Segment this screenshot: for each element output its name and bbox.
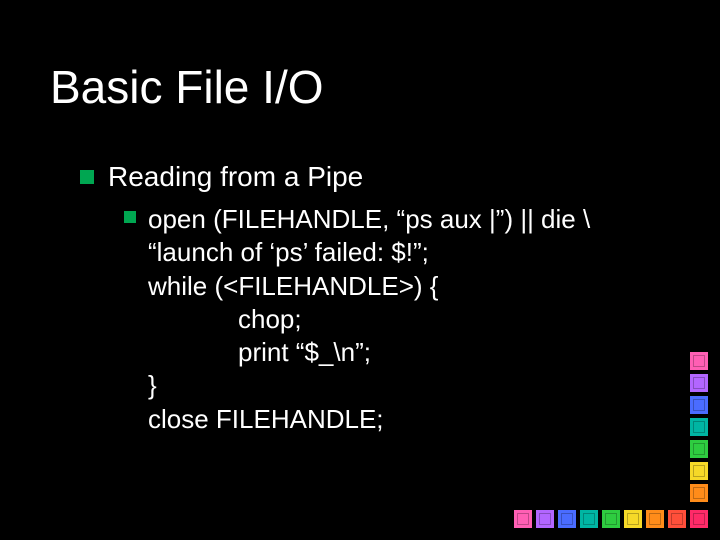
square-bullet-icon [80,170,94,184]
palette-square [536,510,554,528]
palette-square [602,510,620,528]
code-line: } [148,370,157,400]
palette-square [690,418,708,436]
palette-square [690,462,708,480]
theme-palette-vertical [690,352,708,506]
code-line: chop; [148,304,302,334]
slide-body: Reading from a Pipe open (FILEHANDLE, “p… [80,160,640,436]
palette-square [514,510,532,528]
code-line: “launch of ‘ps’ failed: $!”; [148,237,429,267]
palette-square [668,510,686,528]
theme-palette-horizontal [510,510,708,528]
slide-title: Basic File I/O [50,60,324,114]
subtitle-text: Reading from a Pipe [108,160,363,193]
bullet-level-1: Reading from a Pipe [80,160,640,193]
palette-square [558,510,576,528]
code-line: close FILEHANDLE; [148,404,384,434]
palette-square [646,510,664,528]
bullet-level-2: open (FILEHANDLE, “ps aux |”) || die \ “… [124,203,640,436]
code-line: open (FILEHANDLE, “ps aux |”) || die \ [148,204,590,234]
palette-square [580,510,598,528]
palette-square [690,510,708,528]
square-bullet-icon [124,211,136,223]
palette-square [690,440,708,458]
code-line: print “$_\n”; [148,337,371,367]
palette-square [690,484,708,502]
palette-square [624,510,642,528]
code-line: while (<FILEHANDLE>) { [148,271,438,301]
code-block: open (FILEHANDLE, “ps aux |”) || die \ “… [148,203,590,436]
palette-square [690,352,708,370]
slide: Basic File I/O Reading from a Pipe open … [0,0,720,540]
palette-square [690,396,708,414]
palette-square [690,374,708,392]
